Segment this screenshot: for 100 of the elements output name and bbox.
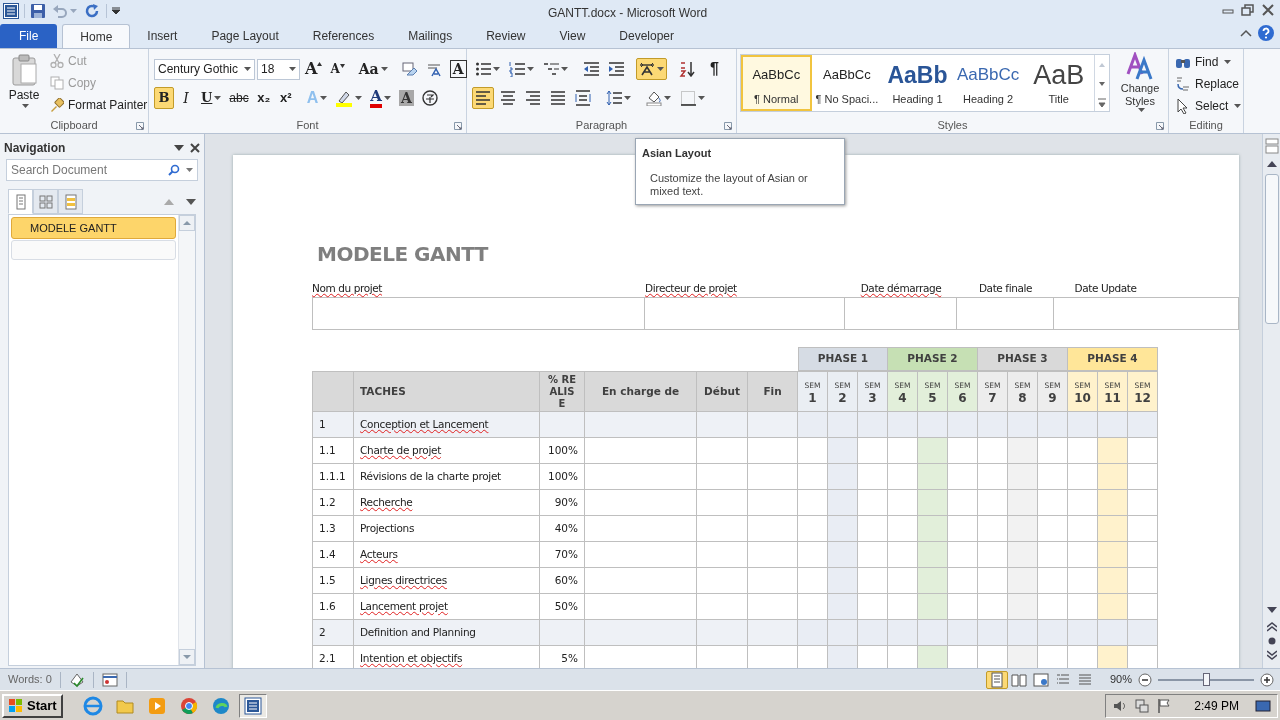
- ribbon-tab[interactable]: File: [0, 24, 58, 48]
- subscript-button[interactable]: x₂: [253, 87, 274, 109]
- gantt-cell: [1098, 516, 1128, 542]
- ribbon-tab[interactable]: Insert: [130, 24, 195, 48]
- font-color-button[interactable]: A: [367, 87, 394, 109]
- browse-object-icon[interactable]: [1266, 636, 1277, 646]
- gantt-cell: [828, 542, 858, 568]
- strikethrough-button[interactable]: abc: [226, 87, 252, 109]
- center-icon: [500, 90, 516, 106]
- scroll-down-icon[interactable]: [1266, 606, 1277, 614]
- customize-caret-icon[interactable]: [112, 7, 120, 15]
- replace-button[interactable]: Replace: [1175, 74, 1242, 94]
- ribbon-tab[interactable]: Developer: [602, 24, 691, 48]
- table-cell: Recherche: [354, 490, 540, 516]
- zoom-level[interactable]: 90%: [1109, 671, 1132, 688]
- scroll-up-icon[interactable]: [1266, 160, 1277, 168]
- heading-item[interactable]: MODELE GANTT: [11, 217, 176, 239]
- grow-font-button[interactable]: A: [302, 58, 326, 80]
- help-icon[interactable]: [1258, 25, 1274, 41]
- align-left-button[interactable]: [472, 87, 494, 109]
- gantt-cell: [918, 620, 948, 646]
- close-icon[interactable]: [1260, 3, 1276, 17]
- bullets-icon: [475, 61, 491, 77]
- distributed-button[interactable]: [572, 87, 594, 109]
- word-count[interactable]: Words: 0: [0, 671, 60, 688]
- macro-record-icon[interactable]: [101, 672, 118, 687]
- ribbon-tab[interactable]: View: [542, 24, 603, 48]
- network-icon[interactable]: [1134, 697, 1151, 714]
- tooltip-text: Customize the layout of Asian or mixed text.: [649, 171, 809, 198]
- search-box[interactable]: Search Document: [6, 159, 198, 181]
- week-number: 6: [958, 391, 967, 405]
- next-icon[interactable]: [186, 199, 196, 205]
- font-size-field[interactable]: 18: [257, 58, 300, 80]
- column-header: % REALISE: [540, 371, 585, 412]
- gantt-cell: [1068, 490, 1098, 516]
- superscript-button[interactable]: x²: [275, 87, 296, 109]
- close-icon[interactable]: [190, 143, 200, 153]
- change-case-button[interactable]: Aa: [355, 58, 391, 80]
- zoom-out-icon[interactable]: [1138, 672, 1152, 687]
- pane-menu-caret-icon[interactable]: [174, 145, 184, 151]
- ribbon-tab[interactable]: References: [295, 24, 392, 48]
- draft-view-icon: [1076, 671, 1093, 688]
- style-item[interactable]: AaB Title: [1023, 55, 1094, 111]
- dialog-launcher-icon[interactable]: [1156, 122, 1164, 130]
- asian-layout-button[interactable]: [636, 58, 667, 80]
- font-name-field[interactable]: Century Gothic: [154, 58, 255, 80]
- dialog-launcher-icon[interactable]: [724, 122, 732, 130]
- find-button[interactable]: Find: [1175, 52, 1242, 72]
- gantt-cell: [948, 464, 978, 490]
- table-cell: 90%: [540, 490, 585, 516]
- restore-icon[interactable]: [1240, 3, 1256, 17]
- scroll-thumb[interactable]: [1264, 174, 1279, 324]
- ribbon-tab[interactable]: Review: [469, 24, 543, 48]
- proofing-icon[interactable]: [68, 671, 85, 688]
- style-item[interactable]: AaBb Heading 1: [882, 55, 953, 111]
- gantt-cell: [918, 438, 948, 464]
- tooltip-title: Asian Layout: [642, 146, 713, 161]
- shrink-font-button[interactable]: A: [327, 58, 348, 80]
- gantt-cell: [1008, 646, 1038, 668]
- change-styles-button[interactable]: Change Styles: [1117, 52, 1163, 112]
- gantt-cell: [828, 620, 858, 646]
- select-button[interactable]: Select: [1175, 96, 1242, 116]
- gantt-cell: [978, 438, 1008, 464]
- slider-thumb[interactable]: [1202, 673, 1210, 686]
- collapse-ribbon-icon[interactable]: [1240, 28, 1252, 38]
- ribbon-tab[interactable]: Home: [62, 24, 131, 48]
- format-painter-button[interactable]: Format Painter: [48, 95, 150, 115]
- save-icon[interactable]: [30, 3, 46, 19]
- bold-button[interactable]: B: [154, 87, 174, 109]
- style-item[interactable]: AaBbCc ¶ No Spaci...: [811, 55, 883, 111]
- style-item[interactable]: AaBbCc Heading 2: [952, 55, 1024, 111]
- gantt-cell: [888, 568, 918, 594]
- underline-button[interactable]: U: [198, 87, 225, 109]
- show-formatting-marks-button[interactable]: ¶: [707, 58, 722, 80]
- paste-button[interactable]: Paste: [4, 52, 44, 114]
- ribbon-tab[interactable]: Page Layout: [194, 24, 296, 48]
- ribbon-tab[interactable]: Mailings: [391, 24, 470, 48]
- next-page-icon[interactable]: [1266, 650, 1277, 660]
- style-item[interactable]: AaBbCc ¶ Normal: [741, 55, 812, 111]
- redo-icon[interactable]: [85, 3, 101, 19]
- gantt-cell: [1128, 464, 1158, 490]
- previous-page-icon[interactable]: [1266, 622, 1277, 632]
- italic-button[interactable]: I: [176, 87, 196, 109]
- chrome-icon: [178, 695, 199, 716]
- table-cell: [748, 568, 798, 594]
- gantt-cell: [858, 464, 888, 490]
- flag-icon[interactable]: [1156, 697, 1173, 714]
- zoom-slider[interactable]: [1158, 672, 1254, 687]
- view-button[interactable]: [985, 670, 1008, 689]
- gantt-cell: [1038, 464, 1068, 490]
- taskbar-app[interactable]: [238, 693, 267, 718]
- search-field[interactable]: Search Document: [11, 161, 168, 179]
- zoom-in-icon[interactable]: [1260, 672, 1274, 687]
- gantt-cell: [1068, 516, 1098, 542]
- media-player-icon: [146, 695, 167, 716]
- show-desktop-icon[interactable]: [1255, 697, 1271, 714]
- dialog-launcher-icon[interactable]: [454, 122, 462, 130]
- start-button[interactable]: Start: [2, 693, 63, 718]
- gantt-cell: [1008, 490, 1038, 516]
- dialog-launcher-icon[interactable]: [136, 122, 144, 130]
